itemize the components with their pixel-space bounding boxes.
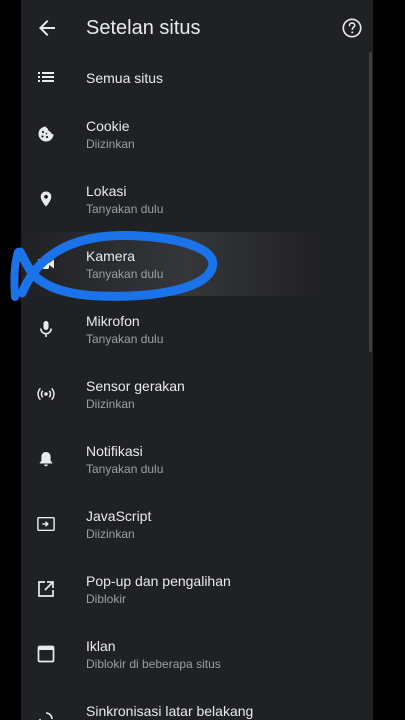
item-status: Diblokir <box>86 592 127 606</box>
page-title: Setelan situs <box>86 17 201 39</box>
bell-icon <box>37 450 55 468</box>
mic-icon <box>37 320 55 338</box>
item-status: Diizinkan <box>86 137 135 151</box>
back-arrow-icon[interactable] <box>35 16 59 40</box>
right-letterbox <box>373 0 405 720</box>
item-label: Cookie <box>86 118 130 134</box>
list-item-popup[interactable]: Pop-up dan pengalihan Diblokir <box>21 561 361 625</box>
item-label: Sensor gerakan <box>86 378 185 394</box>
item-label: Iklan <box>86 638 116 654</box>
item-status: Diizinkan <box>86 397 135 411</box>
sensors-icon <box>37 385 55 403</box>
list-item-kamera[interactable]: Kamera Tanyakan dulu <box>21 236 361 300</box>
open-in-new-icon <box>37 580 55 598</box>
code-icon <box>37 515 55 533</box>
item-label: Mikrofon <box>86 313 140 329</box>
help-icon[interactable] <box>341 17 363 39</box>
app-bar: Setelan situs <box>21 0 373 56</box>
list-item-iklan[interactable]: Iklan Diblokir di beberapa situs <box>21 626 361 690</box>
item-label: Kamera <box>86 248 136 264</box>
cookie-icon <box>37 125 55 143</box>
location-pin-icon <box>37 190 55 208</box>
settings-screen: Setelan situs Semua situs Cookie Diizink… <box>21 0 373 720</box>
list-item-mikrofon[interactable]: Mikrofon Tanyakan dulu <box>21 301 361 365</box>
item-label: Semua situs <box>86 70 164 86</box>
item-status: Tanyakan dulu <box>86 202 164 216</box>
list-item-javascript[interactable]: JavaScript Diizinkan <box>21 496 361 560</box>
scrollbar[interactable] <box>369 52 372 352</box>
videocam-icon <box>37 255 55 273</box>
item-status: Diblokir di beberapa situs <box>86 657 221 671</box>
item-status: Tanyakan dulu <box>86 332 164 346</box>
list-item-sinkronisasi[interactable]: Sinkronisasi latar belakang <box>21 691 361 720</box>
item-status: Diizinkan <box>86 527 135 541</box>
item-label: Pop-up dan pengalihan <box>86 573 231 589</box>
list-item-notifikasi[interactable]: Notifikasi Tanyakan dulu <box>21 431 361 495</box>
item-label: Sinkronisasi latar belakang <box>86 703 254 719</box>
list-icon <box>37 68 55 86</box>
list-item-lokasi[interactable]: Lokasi Tanyakan dulu <box>21 171 361 235</box>
item-label: JavaScript <box>86 508 152 524</box>
list-item-cookie[interactable]: Cookie Diizinkan <box>21 106 361 170</box>
item-label: Notifikasi <box>86 443 143 459</box>
list-item-sensor-gerakan[interactable]: Sensor gerakan Diizinkan <box>21 366 361 430</box>
item-status: Tanyakan dulu <box>86 462 164 476</box>
item-status: Tanyakan dulu <box>86 267 164 281</box>
ads-icon <box>37 645 55 663</box>
left-letterbox <box>0 0 21 720</box>
sync-icon <box>37 710 55 720</box>
item-label: Lokasi <box>86 183 127 199</box>
